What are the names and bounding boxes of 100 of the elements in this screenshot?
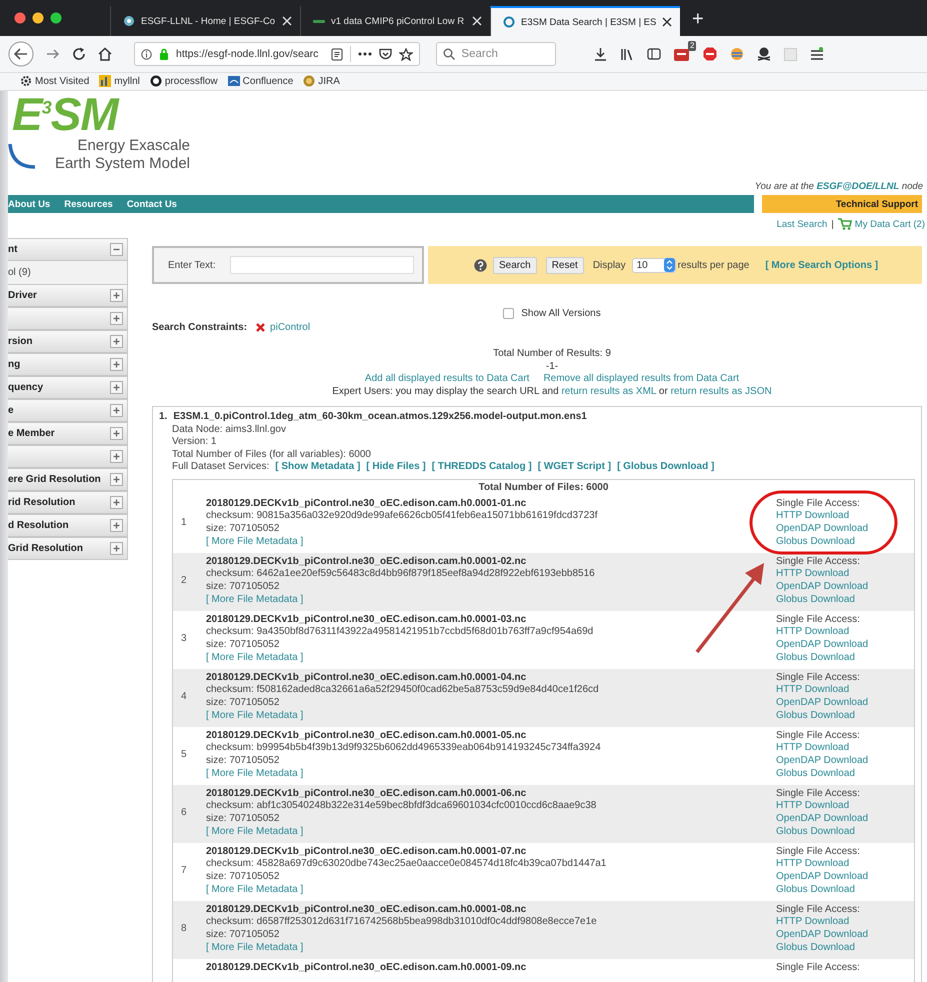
expand-icon[interactable] bbox=[110, 496, 123, 509]
remove-icon[interactable] bbox=[256, 323, 266, 332]
sidebar-icon[interactable] bbox=[647, 48, 662, 60]
cart-action-link[interactable]: Remove all displayed results from Data Cart bbox=[543, 373, 740, 386]
star-icon[interactable] bbox=[399, 48, 414, 60]
download-link[interactable]: HTTP Download bbox=[776, 916, 850, 930]
more-search-options-link[interactable]: [ More Search Options ] bbox=[765, 260, 878, 270]
download-link[interactable]: Globus Download bbox=[776, 826, 855, 839]
more-file-metadata-link[interactable]: [ More File Metadata ] bbox=[206, 710, 304, 723]
results-format-link[interactable]: return results as XML bbox=[561, 386, 656, 396]
download-link[interactable]: HTTP Download bbox=[776, 568, 850, 582]
expand-icon[interactable] bbox=[110, 404, 123, 417]
reload-icon[interactable] bbox=[72, 47, 86, 61]
checkbox[interactable] bbox=[503, 308, 514, 319]
form-button[interactable]: Search bbox=[493, 256, 537, 274]
results-per-page-select[interactable]: 10 bbox=[632, 258, 676, 272]
download-link[interactable]: HTTP Download bbox=[776, 742, 850, 756]
download-link[interactable]: HTTP Download bbox=[776, 510, 850, 524]
download-link[interactable]: OpenDAP Download bbox=[776, 697, 868, 710]
download-link[interactable]: Globus Download bbox=[776, 884, 855, 897]
download-link[interactable]: Globus Download bbox=[776, 594, 855, 607]
expand-icon[interactable] bbox=[110, 450, 123, 463]
facet-value[interactable]: ol (9) bbox=[8, 261, 128, 284]
service-link[interactable]: [ THREDDS Catalog ] bbox=[432, 461, 532, 474]
facet-header[interactable]: rid Resolution bbox=[8, 491, 128, 514]
pocket-icon[interactable] bbox=[379, 48, 392, 60]
last-search-link[interactable]: Last Search bbox=[776, 218, 828, 230]
close-icon[interactable] bbox=[662, 17, 672, 27]
facet-header[interactable]: ere Grid Resolution bbox=[8, 468, 128, 491]
expand-icon[interactable] bbox=[110, 312, 123, 325]
bookmark-item[interactable]: Most Visited bbox=[20, 75, 90, 87]
download-link[interactable]: OpenDAP Download bbox=[776, 813, 868, 826]
download-link[interactable]: OpenDAP Download bbox=[776, 639, 868, 652]
download-link[interactable]: HTTP Download bbox=[776, 800, 850, 814]
download-link[interactable]: Globus Download bbox=[776, 710, 855, 723]
home-icon[interactable] bbox=[98, 47, 112, 61]
stop-sign-icon[interactable] bbox=[703, 47, 718, 61]
expand-icon[interactable] bbox=[110, 289, 123, 302]
more-file-metadata-link[interactable]: [ More File Metadata ] bbox=[206, 826, 304, 839]
nav-link[interactable]: About Us bbox=[8, 198, 50, 210]
expand-icon[interactable] bbox=[110, 519, 123, 532]
download-link[interactable]: HTTP Download bbox=[776, 626, 850, 640]
facet-header[interactable]: d Resolution bbox=[8, 514, 128, 537]
help-icon[interactable] bbox=[474, 258, 487, 272]
more-file-metadata-link[interactable]: [ More File Metadata ] bbox=[206, 884, 304, 897]
nav-link[interactable]: Resources bbox=[64, 198, 113, 210]
bookmark-item[interactable]: Confluence bbox=[228, 75, 294, 87]
download-link[interactable]: Globus Download bbox=[776, 942, 855, 955]
download-link[interactable]: Globus Download bbox=[776, 768, 855, 781]
browser-tab[interactable]: E3SM Data Search | E3SM | ES bbox=[490, 6, 680, 36]
facet-header[interactable]: nt bbox=[8, 238, 128, 261]
cart-action-link[interactable]: Add all displayed results to Data Cart bbox=[364, 373, 530, 386]
expand-icon[interactable] bbox=[110, 427, 123, 440]
facet-header[interactable]: Grid Resolution bbox=[8, 537, 128, 560]
facet-header[interactable]: e bbox=[8, 399, 128, 422]
facet-header[interactable]: Driver bbox=[8, 284, 128, 307]
reader-view-icon[interactable] bbox=[331, 48, 344, 60]
data-cart-link[interactable]: My Data Cart (2) bbox=[838, 218, 925, 230]
form-button[interactable]: Reset bbox=[546, 256, 584, 274]
download-link[interactable]: Globus Download bbox=[776, 536, 855, 549]
collapse-icon[interactable] bbox=[110, 243, 123, 256]
expand-icon[interactable] bbox=[110, 473, 123, 486]
nav-link[interactable]: Contact Us bbox=[126, 198, 177, 210]
download-link[interactable]: Globus Download bbox=[776, 652, 855, 665]
globe-icon[interactable] bbox=[730, 47, 744, 61]
bookmark-item[interactable]: processflow bbox=[150, 75, 218, 87]
download-link[interactable]: OpenDAP Download bbox=[776, 929, 868, 942]
download-link[interactable]: OpenDAP Download bbox=[776, 581, 868, 594]
facet-header[interactable]: rsion bbox=[8, 330, 128, 353]
more-file-metadata-link[interactable]: [ More File Metadata ] bbox=[206, 594, 304, 607]
service-link[interactable]: [ Hide Files ] bbox=[366, 461, 426, 474]
download-link[interactable]: HTTP Download bbox=[776, 684, 850, 698]
more-file-metadata-link[interactable]: [ More File Metadata ] bbox=[206, 768, 304, 781]
service-link[interactable]: [ Show Metadata ] bbox=[275, 461, 360, 474]
search-field[interactable]: Search bbox=[436, 42, 556, 66]
results-format-link[interactable]: return results as JSON bbox=[670, 386, 772, 396]
skull-icon[interactable] bbox=[757, 47, 772, 61]
facet-header[interactable]: quency bbox=[8, 376, 128, 399]
text-field[interactable] bbox=[230, 256, 414, 274]
expand-icon[interactable] bbox=[110, 335, 123, 348]
download-link[interactable]: HTTP Download bbox=[776, 858, 850, 872]
download-link[interactable]: OpenDAP Download bbox=[776, 871, 868, 884]
constraint-link[interactable]: piControl bbox=[270, 322, 310, 333]
download-icon[interactable] bbox=[594, 47, 608, 61]
expand-icon[interactable] bbox=[110, 381, 123, 394]
address-field[interactable]: https://esgf-node.llnl.gov/searc bbox=[134, 42, 420, 66]
back-button-icon[interactable] bbox=[8, 41, 34, 67]
download-link[interactable]: OpenDAP Download bbox=[776, 523, 868, 536]
more-file-metadata-link[interactable]: [ More File Metadata ] bbox=[206, 942, 304, 955]
more-icon[interactable] bbox=[358, 52, 372, 56]
more-file-metadata-link[interactable]: [ More File Metadata ] bbox=[206, 652, 304, 665]
expand-icon[interactable] bbox=[110, 358, 123, 371]
new-tab-button[interactable]: + bbox=[692, 8, 704, 31]
facet-header[interactable]: e Member bbox=[8, 422, 128, 445]
download-link[interactable]: OpenDAP Download bbox=[776, 755, 868, 768]
bookmark-item[interactable]: myllnl bbox=[99, 75, 140, 87]
library-icon[interactable] bbox=[620, 48, 634, 60]
more-file-metadata-link[interactable]: [ More File Metadata ] bbox=[206, 536, 304, 549]
bookmark-item[interactable]: JIRA bbox=[303, 75, 340, 87]
expand-icon[interactable] bbox=[110, 542, 123, 555]
